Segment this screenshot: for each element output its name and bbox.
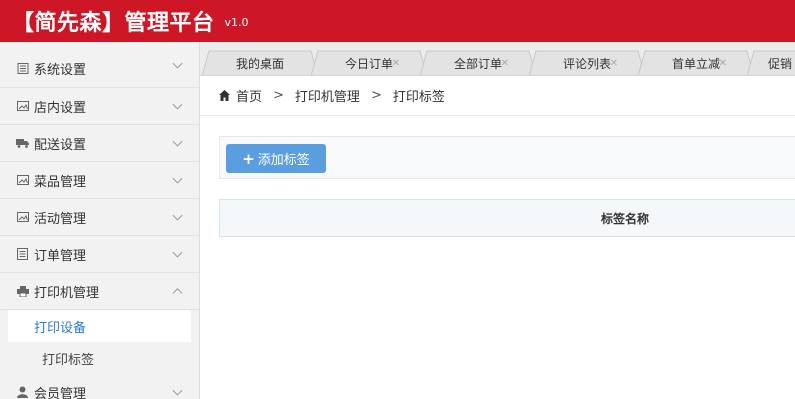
chevron-down-icon (172, 173, 183, 184)
list-icon (16, 248, 29, 260)
sidebar: 系统设置 店内设置 配送设置 菜品管理 活动管理 订单管理 打印机管理 打印设备… (0, 42, 200, 399)
sidebar-item-label: 菜品管理 (34, 174, 87, 190)
tab-promotion[interactable]: 促销 (754, 50, 795, 75)
breadcrumb-home[interactable]: 首页 (236, 86, 262, 105)
tab-all-orders[interactable]: 全部订单 ✕ (427, 50, 529, 75)
tab-bar: 我的桌面 今日订单 ✕ 全部订单 ✕ 评论列表 ✕ 首单立减 ✕ 促销 (200, 42, 795, 76)
sidebar-item-activity-management[interactable]: 活动管理 (0, 199, 199, 236)
tab-label: 评论列表 (562, 56, 611, 71)
sidebar-item-member-management[interactable]: 会员管理 (0, 374, 199, 399)
app-header: 【简先森】管理平台 v1.0 (0, 0, 795, 42)
tab-label: 促销 (768, 56, 793, 71)
plus-icon: + (242, 149, 255, 168)
close-icon[interactable]: ✕ (392, 58, 400, 69)
sidebar-item-store-settings[interactable]: 店内设置 (0, 88, 199, 125)
add-label-button[interactable]: + 添加标签 (226, 144, 326, 173)
home-icon (219, 90, 230, 101)
sidebar-subitem-print-labels[interactable]: 打印标签 (8, 342, 191, 374)
sidebar-item-label: 活动管理 (34, 211, 87, 227)
printer-icon (16, 285, 29, 297)
chevron-down-icon (172, 385, 183, 396)
sidebar-item-label: 系统设置 (34, 63, 87, 78)
chevron-down-icon (172, 210, 183, 221)
toolbar: + 添加标签 (219, 136, 795, 179)
user-icon (16, 386, 29, 398)
chevron-down-icon (172, 99, 183, 110)
sidebar-item-dish-management[interactable]: 菜品管理 (0, 162, 199, 199)
chevron-up-icon (172, 288, 183, 299)
breadcrumb-separator: > (273, 88, 284, 103)
sidebar-item-printer-management[interactable]: 打印机管理 (0, 273, 199, 310)
close-icon[interactable]: ✕ (610, 58, 618, 69)
chevron-down-icon (172, 136, 183, 147)
sidebar-item-label: 店内设置 (34, 100, 87, 116)
chevron-down-icon (172, 58, 183, 69)
sidebar-item-system-settings[interactable]: 系统设置 (0, 42, 199, 88)
tab-label: 今日订单 (344, 56, 393, 71)
close-icon[interactable]: ✕ (719, 58, 727, 69)
close-icon[interactable]: ✕ (501, 58, 509, 69)
image-icon (16, 175, 29, 186)
sidebar-item-label: 订单管理 (34, 248, 87, 264)
label-table: 标签名称 (219, 199, 795, 237)
tab-today-orders[interactable]: 今日订单 ✕ (318, 50, 420, 75)
sidebar-subitem-print-devices[interactable]: 打印设备 (8, 310, 191, 342)
sidebar-item-label: 打印机管理 (34, 285, 100, 301)
add-label-text: 添加标签 (257, 153, 310, 168)
tab-label: 首单立减 (671, 56, 720, 71)
app-title: 【简先森】管理平台 (12, 11, 215, 36)
image-icon (16, 101, 29, 112)
breadcrumb-level1[interactable]: 打印机管理 (295, 86, 360, 105)
breadcrumb: 首页 > 打印机管理 > 打印标签 (200, 76, 795, 116)
chevron-down-icon (172, 247, 183, 258)
image-icon (16, 212, 29, 223)
tab-first-order-discount[interactable]: 首单立减 ✕ (645, 50, 747, 75)
tab-label: 全部订单 (453, 56, 502, 71)
doc-list-icon (16, 63, 29, 74)
breadcrumb-separator: > (370, 88, 382, 103)
sidebar-item-delivery-settings[interactable]: 配送设置 (0, 125, 199, 162)
sidebar-item-label: 会员管理 (34, 386, 87, 399)
version-label: v1.0 (224, 15, 249, 29)
tab-my-desktop[interactable]: 我的桌面 (209, 50, 311, 75)
breadcrumb-level2: 打印标签 (392, 90, 445, 105)
sidebar-item-label: 配送设置 (34, 137, 87, 153)
printer-submenu: 打印设备 打印标签 (0, 310, 199, 374)
tab-label: 我的桌面 (235, 56, 284, 71)
tab-review-list[interactable]: 评论列表 ✕ (536, 50, 638, 75)
sidebar-item-order-management[interactable]: 订单管理 (0, 236, 199, 273)
column-header-label-name[interactable]: 标签名称 (601, 200, 649, 236)
truck-icon (16, 138, 29, 149)
